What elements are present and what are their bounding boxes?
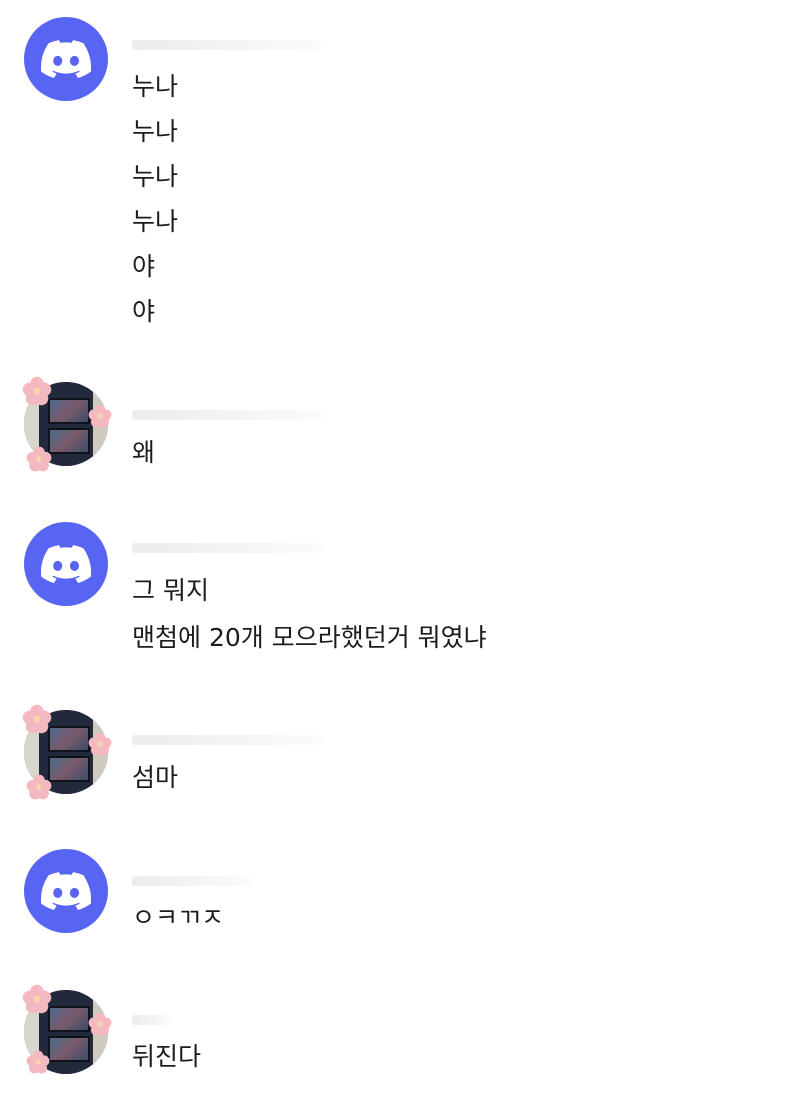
discord-logo-icon	[41, 545, 91, 583]
cherry-blossom-icon	[26, 1050, 50, 1074]
monitor-shape	[48, 1006, 90, 1032]
redacted-username	[132, 40, 322, 50]
message-text: 누나	[132, 162, 179, 191]
monitor-shape	[48, 756, 90, 782]
cherry-blossom-icon	[22, 704, 52, 734]
cherry-blossom-icon	[22, 984, 52, 1014]
blossom-photo-avatar[interactable]	[22, 704, 112, 800]
discord-avatar[interactable]	[24, 522, 108, 606]
message-text: 누나	[132, 117, 179, 146]
monitor-shape	[48, 1036, 90, 1062]
cherry-blossom-icon	[26, 774, 52, 800]
message-text: 뒤진다	[132, 1042, 202, 1071]
message-text: 왜	[132, 438, 156, 467]
monitor-shape	[48, 726, 90, 752]
discord-avatar[interactable]	[24, 17, 108, 101]
discord-logo-icon	[41, 872, 91, 910]
monitor-shape	[48, 398, 90, 424]
message-text: 야	[132, 252, 156, 281]
cherry-blossom-icon	[88, 732, 112, 756]
cherry-blossom-icon	[22, 376, 52, 406]
message-text: 그 뭐지	[132, 576, 209, 605]
blossom-photo-avatar[interactable]	[22, 376, 112, 472]
message-text: 누나	[132, 207, 179, 236]
redacted-username	[132, 876, 252, 886]
monitor-shape	[48, 428, 90, 454]
message-text: 섬마	[132, 763, 179, 792]
cherry-blossom-icon	[26, 446, 52, 472]
cherry-blossom-icon	[88, 404, 112, 428]
message-text: 누나	[132, 72, 179, 101]
redacted-username	[132, 1015, 172, 1025]
redacted-username	[132, 735, 322, 745]
blossom-photo-avatar[interactable]	[22, 984, 112, 1074]
redacted-username	[132, 410, 322, 420]
message-text: ㅇㅋㄲㅈ	[132, 903, 225, 924]
cherry-blossom-icon	[88, 1012, 112, 1036]
discord-logo-icon	[41, 40, 91, 78]
redacted-username	[132, 543, 322, 553]
message-text: 야	[132, 297, 156, 326]
message-text: 맨첨에 20개 모으라했던거 뭐였냐	[132, 623, 487, 652]
discord-avatar[interactable]	[24, 849, 108, 933]
